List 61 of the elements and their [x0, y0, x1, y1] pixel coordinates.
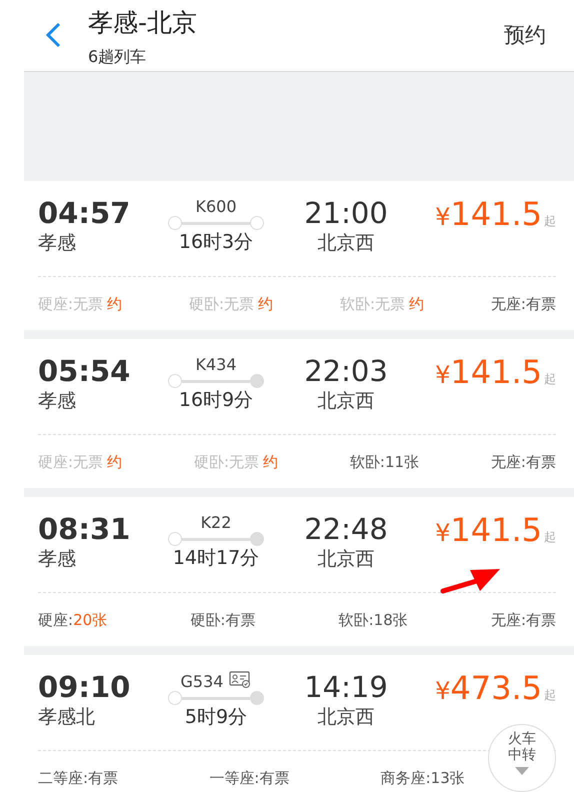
- seat-availability: 硬卧:有票: [190, 610, 256, 628]
- train-number: G534: [180, 672, 224, 691]
- departure-dot: [168, 691, 182, 706]
- seat-availability: 无座:有票: [490, 452, 556, 470]
- departure-station: 孝感: [38, 231, 77, 256]
- seat-availability: 软卧:11张: [350, 452, 420, 470]
- price: ¥141.5: [435, 355, 542, 392]
- seat-availability: 一等座:有票: [209, 768, 290, 786]
- arrival-time: 21:00: [303, 197, 389, 230]
- seat-availability: 硬卧:无票: [194, 452, 259, 470]
- train-card[interactable]: 08:31 孝感 K22 14时17分 22:48 北京西 ¥141.5 起 硬座:20张 硬卧:有票 软卧:18张 无座:有票: [24, 497, 574, 646]
- train-number: K434: [195, 355, 237, 374]
- price-suffix: 起: [544, 688, 556, 702]
- arrival-station: 北京西: [316, 547, 376, 572]
- seat-availability: 二等座:有票: [38, 768, 118, 786]
- seat-availability: 软卧:18张: [338, 610, 408, 628]
- departure-dot: [168, 532, 182, 546]
- seat-availability: 硬座:无票: [38, 452, 104, 470]
- departure-station: 孝感: [38, 547, 77, 572]
- departure-time: 04:57: [38, 197, 132, 230]
- arrival-time: 14:19: [303, 671, 389, 704]
- arrival-station: 北京西: [316, 231, 376, 256]
- price-suffix: 起: [544, 372, 556, 386]
- price-suffix: 起: [544, 214, 556, 228]
- seat-availability: 硬座:20张: [38, 610, 108, 628]
- travel-duration: 5时9分: [184, 705, 248, 730]
- departure-dot: [168, 216, 182, 230]
- train-number: K22: [200, 513, 232, 532]
- train-number: K600: [195, 197, 237, 216]
- departure-time: 05:54: [38, 355, 132, 388]
- travel-duration: 14时17分: [172, 546, 260, 571]
- seat-availability: 无座:有票: [490, 610, 556, 628]
- departure-dot: [168, 374, 182, 388]
- price: ¥141.5: [435, 513, 542, 550]
- arrival-station: 北京西: [316, 389, 376, 414]
- seat-availability: 硬座:无票: [38, 294, 104, 312]
- caret-icon: [515, 767, 529, 776]
- route-line: [182, 380, 250, 383]
- seat-availability: 商务座:13张: [380, 768, 465, 786]
- departure-time: 08:31: [38, 513, 132, 546]
- travel-duration: 16时9分: [178, 388, 254, 413]
- seat-availability: 软卧:无票: [340, 294, 405, 312]
- departure-time: 09:10: [38, 671, 132, 704]
- route-line: [182, 222, 250, 225]
- travel-duration: 16时3分: [178, 230, 254, 255]
- seat-availability: 无座:有票: [490, 294, 556, 312]
- arrival-station: 北京西: [316, 705, 376, 730]
- departure-station: 孝感北: [38, 705, 96, 730]
- price: ¥141.5: [435, 197, 542, 234]
- arrival-time: 22:48: [303, 513, 389, 546]
- seat-availability: 硬卧:无票: [188, 294, 254, 312]
- route-line: [182, 538, 250, 541]
- route-title: 孝感-北京: [88, 7, 198, 39]
- departure-station: 孝感: [38, 389, 77, 414]
- reserve-link[interactable]: 预约: [504, 20, 546, 52]
- route-line: [182, 696, 250, 700]
- arrival-time: 22:03: [303, 355, 389, 388]
- price: ¥473.5: [435, 671, 542, 708]
- train-count: 6趟列车: [88, 46, 146, 68]
- price-suffix: 起: [544, 530, 556, 544]
- back-icon[interactable]: [44, 22, 62, 48]
